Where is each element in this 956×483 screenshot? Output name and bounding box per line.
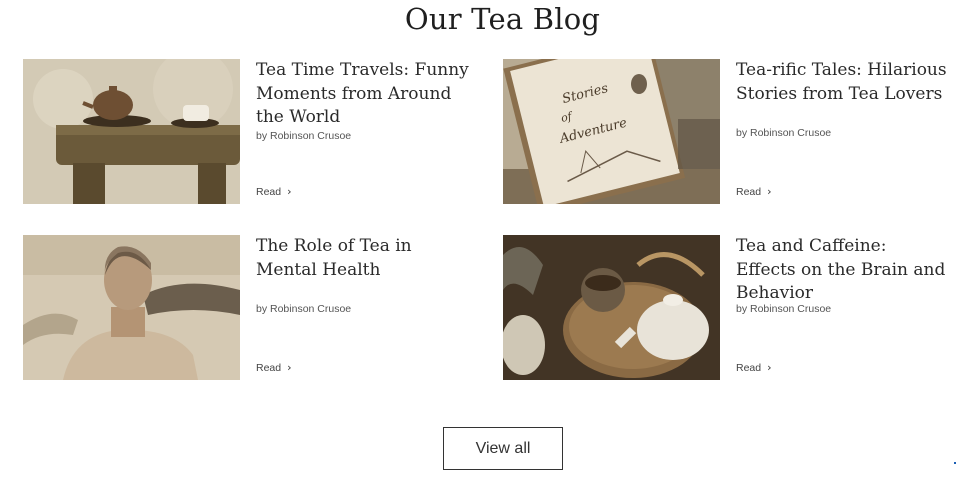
- blog-card[interactable]: Tea and Caffeine: Effects on the Brain a…: [503, 235, 956, 380]
- post-thumbnail-teapot-stool[interactable]: [23, 59, 240, 204]
- post-title[interactable]: Tea and Caffeine: Effects on the Brain a…: [736, 235, 951, 306]
- read-label: Read: [736, 361, 762, 374]
- post-thumbnail-man-outdoors[interactable]: [23, 235, 240, 380]
- chevron-right-icon: ›: [287, 361, 292, 374]
- view-all-button[interactable]: View all: [443, 427, 563, 470]
- post-author: by Robinson Crusoe: [256, 130, 352, 142]
- chevron-right-icon: ›: [767, 361, 772, 374]
- post-title[interactable]: Tea-rific Tales: Hilarious Stories from …: [736, 59, 951, 106]
- read-link[interactable]: Read ›: [256, 361, 292, 374]
- read-label: Read: [256, 185, 282, 198]
- chevron-right-icon: ›: [767, 185, 772, 198]
- page-title: Our Tea Blog: [404, 2, 601, 36]
- blog-card[interactable]: Stories of Adventure Tea-rific Tales: Hi…: [503, 59, 956, 204]
- chevron-right-icon: ›: [287, 185, 292, 198]
- blog-card[interactable]: Tea Time Travels: Funny Moments from Aro…: [23, 59, 483, 204]
- read-link[interactable]: Read ›: [736, 361, 772, 374]
- read-link[interactable]: Read ›: [736, 185, 772, 198]
- blog-card[interactable]: The Role of Tea in Mental Health by Robi…: [23, 235, 483, 380]
- post-title[interactable]: The Role of Tea in Mental Health: [256, 235, 471, 282]
- read-label: Read: [256, 361, 282, 374]
- post-title[interactable]: Tea Time Travels: Funny Moments from Aro…: [256, 59, 471, 130]
- post-author: by Robinson Crusoe: [736, 303, 832, 315]
- post-thumbnail-teapot-tray[interactable]: [503, 235, 720, 380]
- post-author: by Robinson Crusoe: [256, 303, 352, 315]
- read-label: Read: [736, 185, 762, 198]
- read-link[interactable]: Read ›: [256, 185, 292, 198]
- post-author: by Robinson Crusoe: [736, 127, 832, 139]
- post-thumbnail-adventure-book[interactable]: Stories of Adventure: [503, 59, 720, 204]
